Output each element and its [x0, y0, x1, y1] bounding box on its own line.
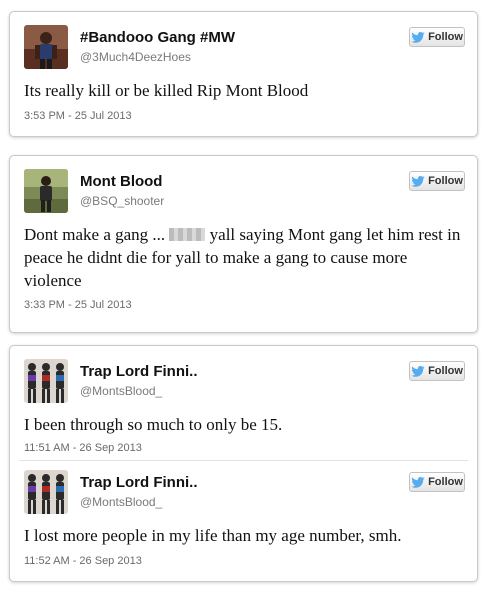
tweet-timestamp[interactable]: 11:52 AM - 26 Sep 2013	[24, 555, 142, 567]
display-name[interactable]: Mont Blood	[80, 173, 162, 190]
tweet-timestamp[interactable]: 3:53 PM - 25 Jul 2013	[24, 110, 132, 122]
tweet: Mont Blood @BSQ_shooter Follow Dont make…	[10, 156, 477, 311]
twitter-bird-icon	[411, 476, 425, 488]
twitter-bird-icon	[411, 31, 425, 43]
follow-label: Follow	[428, 365, 463, 377]
user-handle[interactable]: @MontsBlood_	[80, 384, 162, 398]
avatar[interactable]	[24, 169, 68, 213]
follow-button[interactable]: Follow	[409, 27, 465, 47]
tweet-card: Mont Blood @BSQ_shooter Follow Dont make…	[9, 155, 478, 333]
tweet-card: Trap Lord Finni.. @MontsBlood_ Follow I …	[9, 345, 478, 582]
tweet: Trap Lord Finni.. @MontsBlood_ Follow I …	[10, 346, 477, 456]
censored-word	[169, 228, 206, 241]
follow-button[interactable]: Follow	[409, 171, 465, 191]
follow-button[interactable]: Follow	[409, 472, 465, 492]
tweet-text-start: Dont make a gang ...	[24, 225, 166, 244]
tweet-text: Dont make a gang ... yall saying Mont ga…	[24, 223, 463, 292]
avatar[interactable]	[24, 359, 68, 403]
follow-label: Follow	[428, 476, 463, 488]
avatar[interactable]	[24, 25, 68, 69]
tweet-card: #Bandooo Gang #MW @3Much4DeezHoes Follow…	[9, 11, 478, 137]
display-name[interactable]: #Bandooo Gang #MW	[80, 29, 235, 46]
tweet: #Bandooo Gang #MW @3Much4DeezHoes Follow…	[10, 12, 477, 122]
tweet-text: Its really kill or be killed Rip Mont Bl…	[24, 81, 309, 100]
user-handle[interactable]: @3Much4DeezHoes	[80, 50, 191, 64]
display-name[interactable]: Trap Lord Finni..	[80, 474, 198, 491]
follow-button[interactable]: Follow	[409, 361, 465, 381]
tweet-text: I been through so much to only be 15.	[24, 415, 283, 434]
user-handle[interactable]: @BSQ_shooter	[80, 194, 164, 208]
follow-label: Follow	[428, 31, 463, 43]
tweet-text: I lost more people in my life than my ag…	[24, 526, 402, 545]
display-name[interactable]: Trap Lord Finni..	[80, 363, 198, 380]
twitter-bird-icon	[411, 365, 425, 377]
avatar[interactable]	[24, 470, 68, 514]
tweet: Trap Lord Finni.. @MontsBlood_ Follow I …	[10, 457, 477, 567]
tweet-timestamp[interactable]: 11:51 AM - 26 Sep 2013	[24, 442, 142, 454]
user-handle[interactable]: @MontsBlood_	[80, 495, 162, 509]
follow-label: Follow	[428, 175, 463, 187]
tweet-timestamp[interactable]: 3:33 PM - 25 Jul 2013	[24, 299, 132, 311]
twitter-bird-icon	[411, 175, 425, 187]
